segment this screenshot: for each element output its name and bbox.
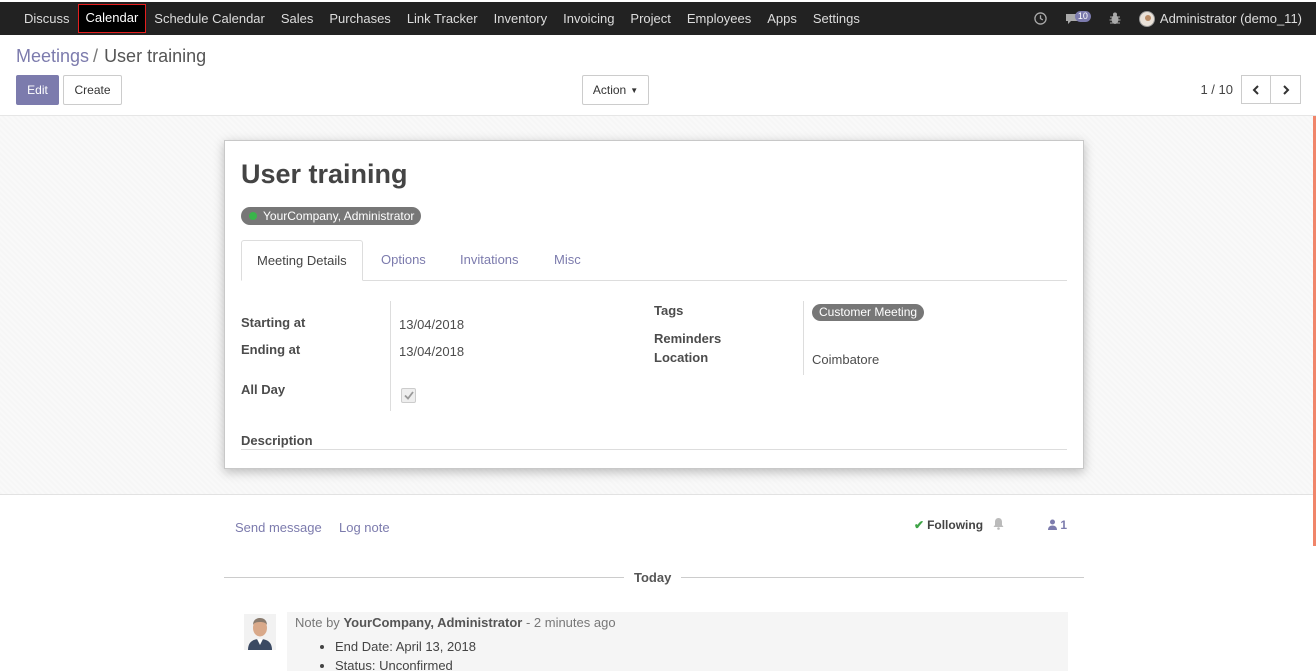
create-button[interactable]: Create	[63, 75, 122, 105]
chevron-right-icon	[1282, 84, 1289, 95]
record-title: User training	[241, 159, 408, 189]
pager-value[interactable]: 1 / 10	[1200, 82, 1233, 97]
attendee-tag[interactable]: YourCompany, Administrator	[241, 207, 422, 225]
debug-bug-icon[interactable]	[1109, 12, 1121, 25]
ending-at-value: 13/04/2018	[399, 344, 465, 359]
followers-count: 1	[1060, 518, 1068, 532]
user-avatar	[1138, 10, 1155, 27]
menu-link-tracker[interactable]: Link Tracker	[399, 4, 486, 33]
main-menu: Discuss Calendar Schedule Calendar Sales…	[16, 4, 868, 33]
starting-at-value: 13/04/2018	[399, 317, 465, 332]
notification-bell-icon[interactable]	[993, 517, 1004, 533]
starting-at-label: Starting at	[241, 315, 306, 330]
edit-button[interactable]: Edit	[16, 75, 59, 105]
action-dropdown-button[interactable]: Action ▼	[582, 75, 649, 105]
breadcrumb: Meetings / User training	[16, 46, 206, 67]
top-navbar: Discuss Calendar Schedule Calendar Sales…	[0, 0, 1316, 35]
message-header: Note by YourCompany, Administrator - 2 m…	[295, 615, 616, 630]
caret-down-icon: ▼	[630, 85, 639, 95]
chevron-left-icon	[1252, 84, 1259, 95]
systray: 10 Administrator (demo_11)	[1016, 4, 1302, 33]
breadcrumb-separator: /	[93, 46, 99, 66]
following-label: Following	[927, 518, 984, 532]
location-value: Coimbatore	[812, 352, 880, 367]
user-icon	[1048, 519, 1057, 530]
messages-count-badge: 10	[1074, 11, 1091, 22]
menu-calendar[interactable]: Calendar	[77, 4, 147, 33]
tag-customer-meeting[interactable]: Customer Meeting	[812, 304, 925, 321]
location-label: Location	[654, 350, 709, 365]
pager-previous-button[interactable]	[1241, 75, 1271, 104]
log-note-button[interactable]: Log note	[339, 520, 390, 535]
followers-button[interactable]: 1	[1048, 518, 1067, 532]
list-item: Status: Unconfirmed	[335, 656, 476, 671]
messages-icon[interactable]: 10	[1065, 11, 1091, 25]
all-day-label: All Day	[241, 382, 286, 397]
tags-label: Tags	[654, 303, 684, 318]
menu-discuss[interactable]: Discuss	[16, 4, 78, 33]
ending-at-label: Ending at	[241, 342, 301, 357]
tab-misc[interactable]: Misc	[539, 240, 596, 281]
form-sheet: User training YourCompany, Administrator…	[224, 140, 1084, 469]
message-author[interactable]: YourCompany, Administrator	[343, 615, 522, 630]
attendee-name: YourCompany, Administrator	[263, 209, 415, 223]
reminders-label: Reminders	[654, 331, 722, 346]
breadcrumb-current: User training	[104, 46, 207, 66]
menu-apps[interactable]: Apps	[759, 4, 805, 33]
message-tracking-list: End Date: April 13, 2018 Status: Unconfi…	[335, 637, 476, 671]
notebook-tabs: Meeting Details Options Invitations Misc	[241, 240, 1067, 281]
menu-inventory[interactable]: Inventory	[486, 4, 555, 33]
description-divider	[241, 449, 1067, 450]
message-prefix: Note by	[295, 615, 340, 630]
chatter-message: Note by YourCompany, Administrator - 2 m…	[287, 612, 1068, 671]
field-divider-right	[803, 301, 804, 375]
message-time: - 2 minutes ago	[525, 615, 616, 630]
menu-settings[interactable]: Settings	[805, 4, 868, 33]
control-panel: Meetings / User training Edit Create Actio…	[0, 35, 1316, 116]
following-button[interactable]: ✔ Following	[914, 518, 983, 532]
send-message-button[interactable]: Send message	[235, 520, 322, 535]
user-menu[interactable]: Administrator (demo_11)	[1138, 10, 1302, 27]
activity-clock-icon[interactable]	[1034, 12, 1047, 25]
all-day-checkbox[interactable]	[401, 388, 416, 403]
tab-meeting-details[interactable]: Meeting Details	[241, 240, 363, 281]
menu-project[interactable]: Project	[622, 4, 678, 33]
breadcrumb-meetings-link[interactable]: Meetings	[16, 46, 89, 66]
field-divider-left	[390, 301, 391, 411]
pager: 1 / 10	[1200, 75, 1301, 104]
menu-purchases[interactable]: Purchases	[321, 4, 398, 33]
date-separator-label: Today	[624, 570, 682, 585]
menu-schedule-calendar[interactable]: Schedule Calendar	[146, 4, 273, 33]
menu-invoicing[interactable]: Invoicing	[555, 4, 622, 33]
list-item: End Date: April 13, 2018	[335, 637, 476, 656]
checkmark-icon	[403, 391, 414, 400]
status-dot-icon	[249, 212, 257, 220]
tab-options[interactable]: Options	[366, 240, 441, 281]
menu-sales[interactable]: Sales	[273, 4, 322, 33]
action-label: Action	[592, 83, 627, 97]
message-author-avatar[interactable]	[244, 614, 276, 650]
pager-next-button[interactable]	[1271, 75, 1301, 104]
menu-employees[interactable]: Employees	[679, 4, 759, 33]
description-label: Description	[241, 433, 313, 448]
user-name: Administrator (demo_11)	[1159, 11, 1302, 26]
check-icon: ✔	[914, 518, 925, 532]
tab-invitations[interactable]: Invitations	[445, 240, 534, 281]
